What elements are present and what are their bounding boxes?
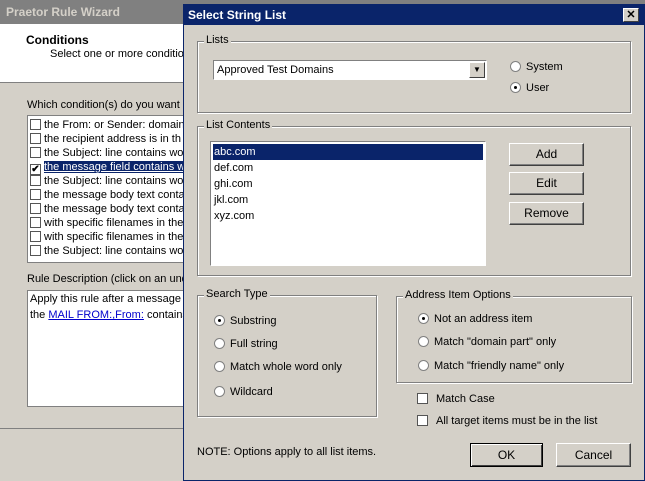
close-icon[interactable]: ✕ [623, 8, 639, 22]
condition-item[interactable]: the recipient address is in th [30, 132, 181, 146]
condition-item[interactable]: the Subject: line contains wo [30, 146, 183, 160]
list-select[interactable]: Approved Test Domains ▼ [213, 60, 487, 80]
divider [0, 428, 185, 429]
checkbox-icon[interactable] [417, 393, 428, 404]
list-item[interactable]: def.com [213, 160, 483, 176]
list-item[interactable]: jkl.com [213, 192, 483, 208]
list-item-selected[interactable]: abc.com [213, 144, 483, 160]
checkbox-icon[interactable] [30, 245, 41, 256]
checkbox-icon[interactable] [30, 203, 41, 214]
conditions-list[interactable]: the From: or Sender: domain the recipien… [27, 115, 188, 263]
list-item[interactable]: xyz.com [213, 208, 483, 224]
rule-field-link[interactable]: MAIL FROM:,From: [48, 309, 144, 321]
address-item-options-label: Address Item Options [403, 289, 513, 301]
all-target-checkbox[interactable]: All target items must be in the list [417, 415, 597, 427]
checkbox-icon[interactable] [30, 147, 41, 158]
rule-description-box: Apply this rule after a message the MAIL… [27, 290, 188, 407]
checkbox-icon[interactable] [30, 217, 41, 228]
checkbox-icon[interactable] [30, 189, 41, 200]
condition-item[interactable]: the message body text conta [30, 188, 185, 202]
radio-whole-word[interactable]: Match whole word only [214, 361, 342, 373]
rule-description-line: Apply this rule after a message [30, 293, 182, 305]
radio-icon[interactable] [418, 360, 429, 371]
lists-group-label: Lists [204, 34, 231, 46]
chevron-down-icon[interactable]: ▼ [469, 62, 485, 78]
radio-not-address[interactable]: Not an address item [418, 313, 532, 325]
condition-item[interactable]: with specific filenames in the [30, 230, 183, 244]
list-select-value: Approved Test Domains [217, 64, 334, 76]
remove-button[interactable]: Remove [509, 202, 584, 225]
condition-item[interactable]: the Subject: line contains wo [30, 244, 183, 258]
rule-description-label: Rule Description (click on an und [27, 273, 188, 285]
radio-wildcard[interactable]: Wildcard [214, 386, 273, 398]
list-item[interactable]: ghi.com [213, 176, 483, 192]
condition-item[interactable]: the message body text conta [30, 202, 185, 216]
conditions-question: Which condition(s) do you want t [27, 99, 186, 111]
radio-full-string[interactable]: Full string [214, 338, 278, 350]
ok-button[interactable]: OK [470, 443, 543, 467]
radio-icon[interactable] [510, 61, 521, 72]
condition-item-selected[interactable]: ✔ the message field contains w [30, 160, 186, 175]
select-string-list-dialog: Select String List ✕ Lists Approved Test… [183, 4, 645, 481]
checkbox-icon[interactable] [30, 175, 41, 186]
radio-selected-icon[interactable] [510, 82, 521, 93]
edit-button[interactable]: Edit [509, 172, 584, 195]
radio-icon[interactable] [214, 361, 225, 372]
wizard-header-title: Conditions [26, 33, 89, 47]
checkbox-icon[interactable] [30, 119, 41, 130]
list-contents-label: List Contents [204, 119, 273, 131]
radio-icon[interactable] [214, 386, 225, 397]
rule-description-line: the MAIL FROM:,From: contains [30, 309, 188, 321]
checkbox-icon[interactable] [30, 231, 41, 242]
match-case-checkbox[interactable]: Match Case [417, 393, 495, 405]
radio-substring[interactable]: Substring [214, 315, 276, 327]
add-button[interactable]: Add [509, 143, 584, 166]
condition-item[interactable]: the From: or Sender: domain [30, 118, 185, 132]
dialog-title: Select String List [184, 5, 644, 25]
checkbox-icon[interactable] [417, 415, 428, 426]
wizard-header-subtitle: Select one or more condition [50, 48, 191, 60]
radio-selected-icon[interactable] [214, 315, 225, 326]
cancel-button[interactable]: Cancel [556, 443, 631, 467]
list-contents-listbox[interactable]: abc.com def.com ghi.com jkl.com xyz.com [210, 141, 486, 266]
radio-icon[interactable] [214, 338, 225, 349]
radio-selected-icon[interactable] [418, 313, 429, 324]
radio-friendly-name[interactable]: Match "friendly name" only [418, 360, 564, 372]
radio-system[interactable]: System [510, 61, 563, 73]
radio-user[interactable]: User [510, 82, 549, 94]
search-type-group: Search Type [197, 288, 377, 417]
checkbox-icon[interactable] [30, 133, 41, 144]
condition-item[interactable]: with specific filenames in the [30, 216, 183, 230]
radio-icon[interactable] [418, 336, 429, 347]
search-type-label: Search Type [204, 288, 270, 300]
options-note: NOTE: Options apply to all list items. [197, 446, 377, 458]
radio-domain-part[interactable]: Match "domain part" only [418, 336, 556, 348]
condition-item[interactable]: the Subject: line contains wo [30, 174, 183, 188]
